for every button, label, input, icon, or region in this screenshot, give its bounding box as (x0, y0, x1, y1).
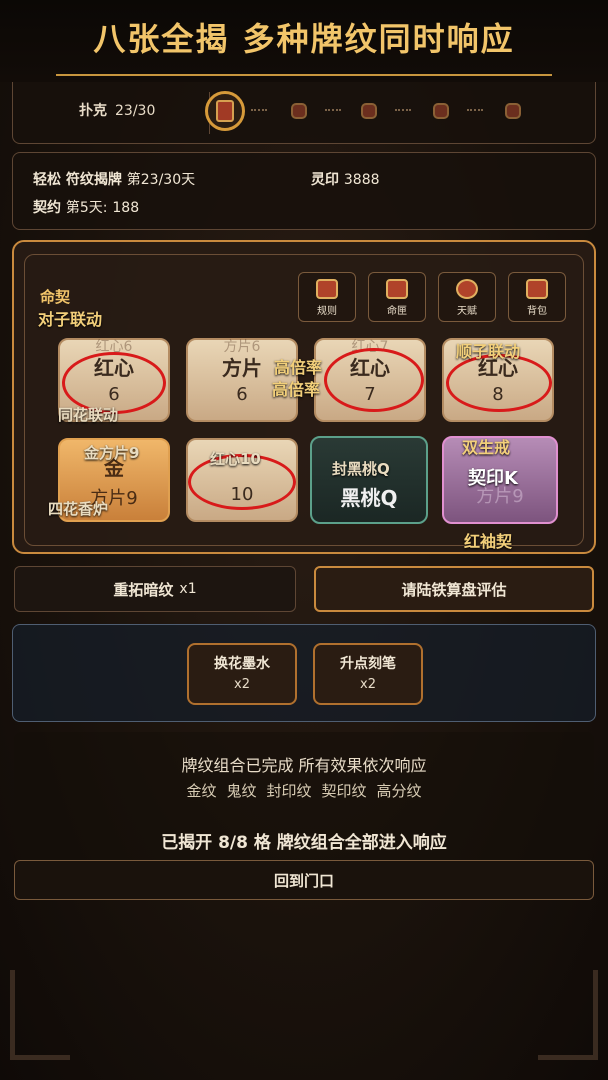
four-flush-censer-label: 四花香炉 (48, 500, 109, 518)
return-to-gate-button[interactable]: 回到门口 (14, 860, 594, 900)
gold-diamonds-9-label: 金方片9 (84, 444, 140, 462)
relic-scroll-icon[interactable] (205, 91, 245, 131)
red-circle-mark (324, 348, 424, 412)
card-board: 规则 命匣 天赋 背包 命契 红心6 红心 6 方片6 方片 6 红心7 红心 … (12, 240, 596, 554)
consumables-panel: 换花墨水 x2 升点刻笔 x2 (12, 624, 596, 722)
path-dots (467, 109, 483, 111)
rules-button[interactable]: 规则 (298, 272, 356, 322)
card-sealed-spades-q[interactable]: 黑桃Q (310, 436, 428, 524)
relic-bag-icon[interactable] (349, 91, 389, 131)
rank-up-pen-button[interactable]: 升点刻笔 x2 (313, 643, 423, 705)
high-multiplier-label: 高倍率 (274, 358, 323, 377)
twin-ring-label: 双生戒 (462, 438, 511, 457)
path-dots (325, 109, 341, 111)
straight-link-label: 顺子联动 (456, 342, 521, 361)
progress-value: 23/30 (115, 103, 156, 119)
sealed-spades-label: 封黑桃Q (332, 460, 390, 478)
red-sleeve-contract-label: 红袖契 (464, 532, 513, 551)
relic-lantern-icon[interactable] (421, 91, 461, 131)
high-multiplier-label: 高倍率 (272, 380, 321, 399)
backpack-icon (526, 279, 548, 299)
pair-link-label: 对子联动 (38, 310, 103, 329)
card-hearts-7[interactable]: 红心7 红心 7 (314, 338, 426, 422)
frame-corner-ornament (10, 970, 70, 1060)
contract-info: 契约 第5天: 188 (33, 200, 140, 216)
swap-suit-ink-button[interactable]: 换花墨水 x2 (187, 643, 297, 705)
banner-title: 八张全揭 多种牌纹同时响应 (93, 20, 515, 58)
relic-chest-icon[interactable] (279, 91, 319, 131)
top-banner: 八张全揭 多种牌纹同时响应 (0, 0, 608, 82)
hearts-10-label: 红心10 (210, 450, 261, 468)
red-circle-mark (446, 354, 552, 412)
evaluate-button[interactable]: 请陆铁算盘评估 (314, 566, 594, 612)
path-dots (251, 109, 267, 111)
contract-k-label: 契印K (468, 468, 518, 489)
progress-panel: 扑克 23/30 (12, 82, 596, 144)
backpack-button[interactable]: 背包 (508, 272, 566, 322)
flush-link-label: 同花联动 (58, 406, 119, 424)
path-dots (395, 109, 411, 111)
rules-icon (316, 279, 338, 299)
fate-box-button[interactable]: 命匣 (368, 272, 426, 322)
run-info-panel: 轻松 符纹揭牌 第23/30天 灵印 3888 契约 第5天: 188 (12, 152, 596, 230)
seal-info: 灵印 3888 (311, 172, 380, 188)
stage-info: 轻松 符纹揭牌 第23/30天 (33, 172, 196, 188)
relic-hammer-icon[interactable] (493, 91, 533, 131)
fate-box-icon (386, 279, 408, 299)
banner-divider (56, 74, 552, 76)
triggered-patterns: 金纹 鬼纹 封印纹 契印纹 高分纹 (186, 782, 422, 800)
result-message: 牌纹组合已完成 所有效果依次响应 (181, 756, 427, 775)
talent-icon (456, 279, 478, 299)
progress-label: 扑克 23/30 (79, 103, 156, 119)
reveal-summary: 已揭开 8/8 格 牌纹组合全部进入响应 (161, 833, 447, 853)
board-title: 命契 (40, 288, 71, 306)
talent-button[interactable]: 天赋 (438, 272, 496, 322)
reroll-button[interactable]: 重拓暗纹 x1 (14, 566, 296, 612)
frame-corner-ornament (538, 970, 598, 1060)
